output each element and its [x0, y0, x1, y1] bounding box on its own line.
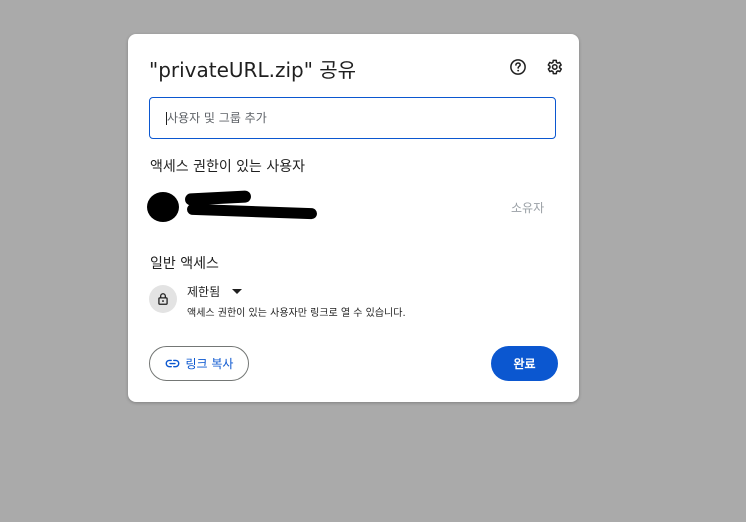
- people-with-access-label: 액세스 권한이 있는 사용자: [150, 159, 306, 175]
- link-icon: [165, 359, 179, 368]
- redacted-email: [186, 203, 318, 220]
- avatar: [147, 192, 179, 222]
- general-access-value: 제한됨: [187, 284, 221, 299]
- copy-link-button[interactable]: 링크 복사: [149, 346, 249, 381]
- role-owner: 소유자: [511, 201, 545, 215]
- general-access-description: 액세스 권한이 있는 사용자만 링크로 열 수 있습니다.: [187, 308, 406, 319]
- share-dialog: "privateURL.zip" 공유 액세스 권한이 있는 사용자 소유자 일…: [128, 34, 579, 402]
- person-row-owner[interactable]: 소유자: [147, 189, 559, 229]
- lock-icon: [149, 285, 177, 313]
- dropdown-arrow-icon: [232, 288, 243, 294]
- copy-link-label: 링크 복사: [185, 357, 234, 371]
- gear-icon: [547, 59, 563, 75]
- text-cursor: [166, 112, 167, 125]
- general-access-dropdown[interactable]: 제한됨: [187, 282, 243, 300]
- help-circle-icon: [510, 59, 526, 75]
- settings-button[interactable]: [543, 56, 565, 78]
- general-access-label: 일반 액세스: [150, 256, 219, 272]
- help-icon[interactable]: [507, 56, 529, 78]
- dialog-title: "privateURL.zip" 공유: [149, 58, 357, 82]
- done-button[interactable]: 완료: [491, 346, 558, 381]
- add-people-input[interactable]: [149, 97, 556, 139]
